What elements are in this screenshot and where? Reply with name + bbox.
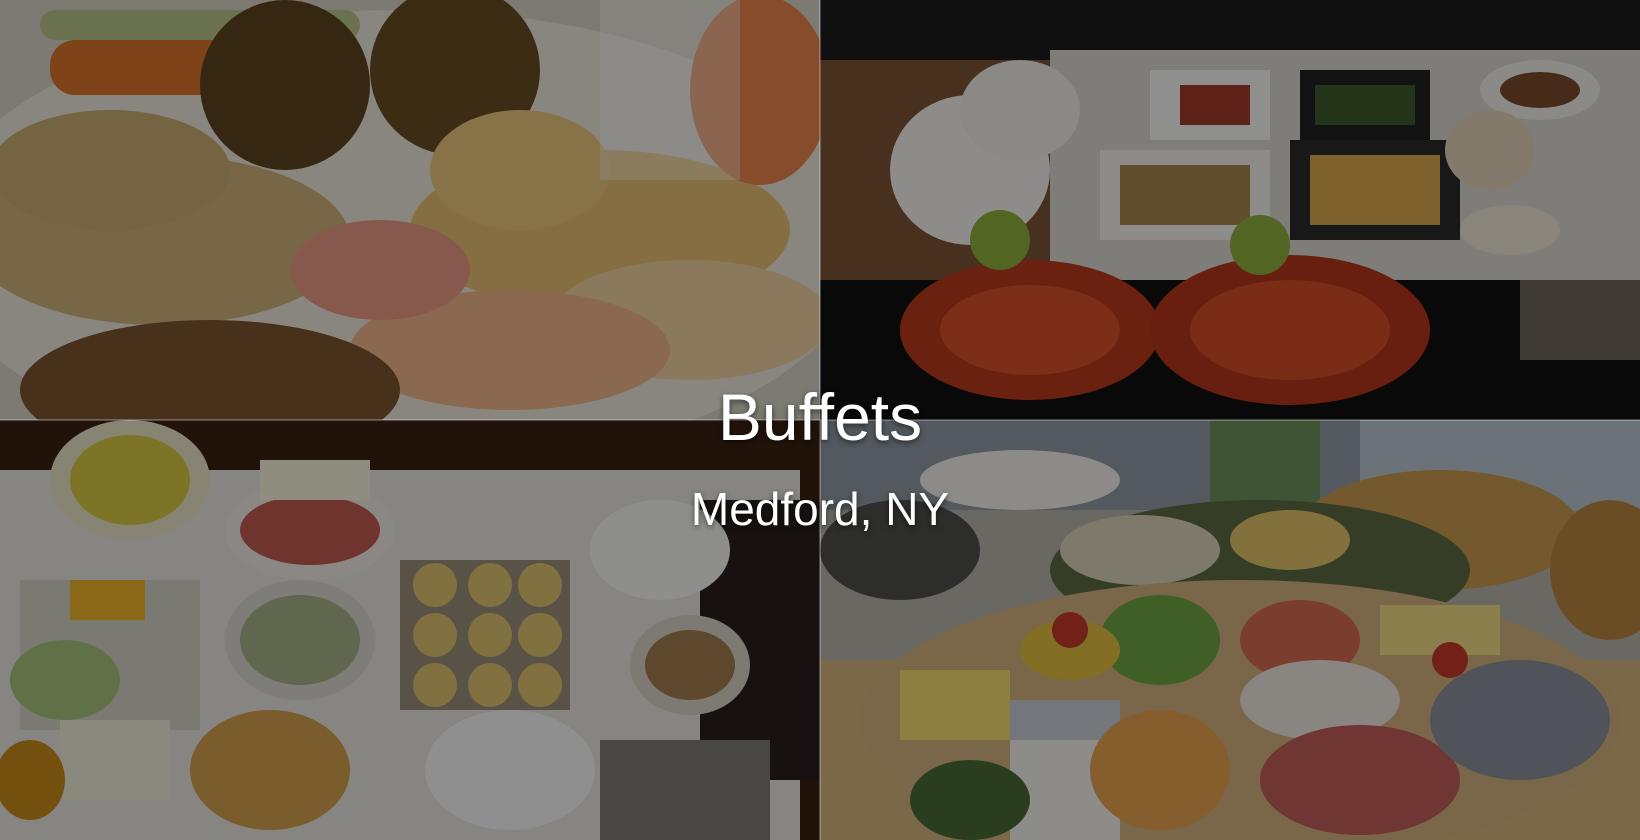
photo-crayfish-buffet (820, 0, 1640, 420)
hero-banner: Buffets Medford, NY (0, 0, 1640, 840)
hero-caption: Buffets Medford, NY (0, 372, 1640, 538)
photo-fried-food-plate-image (0, 0, 820, 420)
photo-fried-food-plate (0, 0, 820, 420)
photo-crayfish-buffet-image (820, 0, 1640, 420)
location-subtitle: Medford, NY (690, 483, 950, 535)
page-title: Buffets (717, 380, 923, 454)
